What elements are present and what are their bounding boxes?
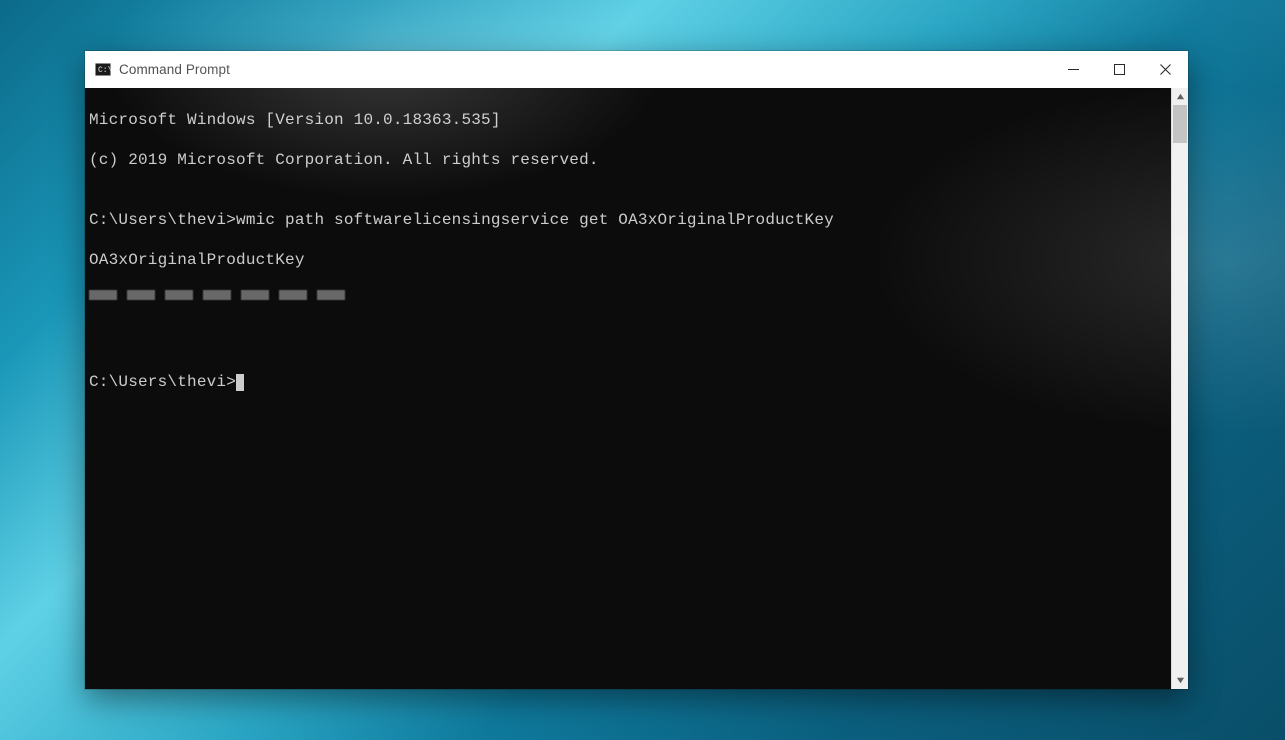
command-prompt-window: C:\ Command Prompt [85, 51, 1188, 689]
cmd-icon: C:\ [95, 62, 111, 78]
scroll-down-button[interactable] [1172, 672, 1188, 689]
prompt-prefix: C:\Users\thevi> [89, 373, 236, 391]
maximize-button[interactable] [1096, 51, 1142, 88]
console-line [89, 290, 1167, 312]
window-client-area: Microsoft Windows [Version 10.0.18363.53… [85, 88, 1188, 689]
desktop-background: C:\ Command Prompt [0, 0, 1285, 740]
console-line: Microsoft Windows [Version 10.0.18363.53… [89, 110, 1167, 130]
console-output[interactable]: Microsoft Windows [Version 10.0.18363.53… [85, 88, 1171, 689]
scroll-up-button[interactable] [1172, 88, 1188, 105]
redacted-product-key [89, 290, 349, 300]
prompt-command: wmic path softwarelicensingservice get O… [236, 211, 834, 229]
close-button[interactable] [1142, 51, 1188, 88]
scroll-track[interactable] [1172, 105, 1188, 672]
console-line: C:\Users\thevi>wmic path softwarelicensi… [89, 210, 1167, 230]
text-cursor [236, 374, 244, 391]
console-line: C:\Users\thevi> [89, 372, 1167, 392]
svg-text:C:\: C:\ [98, 66, 111, 75]
console-line: OA3xOriginalProductKey [89, 250, 1167, 270]
prompt-prefix: C:\Users\thevi> [89, 211, 236, 229]
window-controls [1050, 51, 1188, 88]
titlebar[interactable]: C:\ Command Prompt [85, 51, 1188, 88]
scroll-thumb[interactable] [1173, 105, 1187, 143]
minimize-button[interactable] [1050, 51, 1096, 88]
console-line: (c) 2019 Microsoft Corporation. All righ… [89, 150, 1167, 170]
window-title: Command Prompt [119, 62, 230, 77]
vertical-scrollbar[interactable] [1171, 88, 1188, 689]
